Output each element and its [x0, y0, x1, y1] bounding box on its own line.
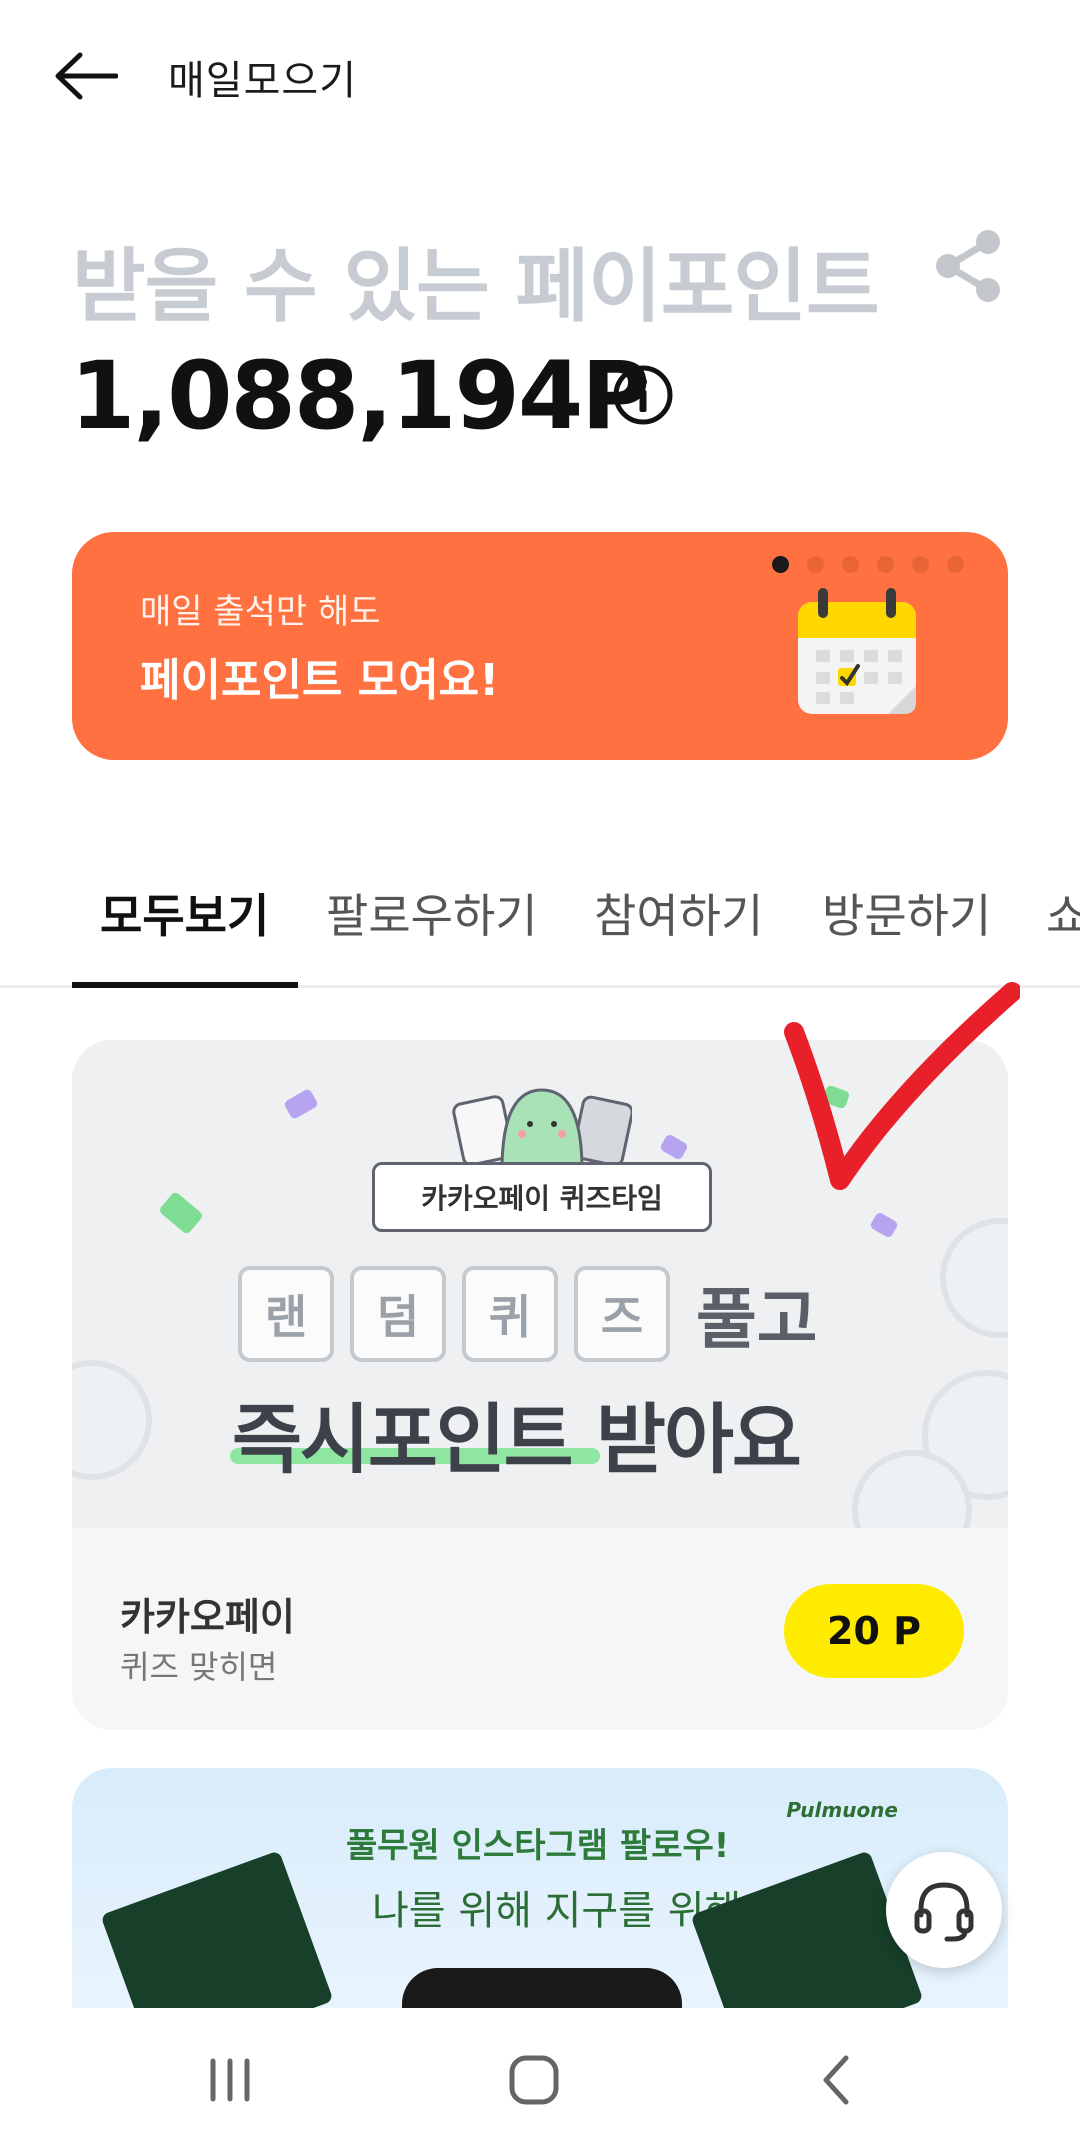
points-label: 받을 수 있는 페이포인트	[72, 240, 880, 333]
points-value: 1,088,194P	[70, 342, 650, 451]
recent-apps-icon	[210, 2058, 250, 2102]
calendar-icon	[798, 588, 916, 714]
arrow-left-icon	[55, 52, 118, 100]
quiz-letter-box: 퀴	[462, 1266, 558, 1362]
share-icon	[936, 230, 1000, 302]
quiz-letter-boxes: 랜 덤 퀴 즈 풀고	[238, 1266, 817, 1362]
home-button[interactable]	[494, 2040, 574, 2120]
coin-decoration	[940, 1218, 1008, 1338]
page-dot	[912, 556, 929, 573]
quiz-suffix-text: 풀고	[696, 1281, 818, 1358]
card-info: 카카오페이 퀴즈 맞히면 20 P	[72, 1528, 1008, 1730]
confetti-decoration	[869, 1211, 899, 1239]
coin-decoration	[72, 1360, 152, 1480]
confetti-decoration	[158, 1190, 204, 1236]
page-dot	[772, 556, 789, 573]
tab-participate[interactable]: 참여하기	[594, 880, 763, 946]
card-company: 카카오페이	[120, 1595, 295, 1639]
tab-all[interactable]: 모두보기	[100, 880, 269, 946]
card2-handwriting: 나를 위해 지구를 위해	[372, 1888, 742, 1934]
page-dot	[807, 556, 824, 573]
customer-support-button[interactable]	[886, 1852, 1002, 1968]
quiz-letter-box: 덤	[350, 1266, 446, 1362]
confetti-decoration	[283, 1087, 319, 1121]
app-header: 매일모으기	[0, 0, 1080, 150]
info-button[interactable]	[612, 364, 674, 426]
category-tabs: 모두보기 팔로우하기 참여하기 방문하기 쇼	[0, 840, 1080, 988]
quiz-letter-box: 랜	[238, 1266, 334, 1362]
attendance-banner[interactable]: 매일 출석만 해도 페이포인트 모여요!	[72, 532, 1008, 760]
system-back-button[interactable]	[796, 2040, 876, 2120]
confetti-decoration	[659, 1133, 689, 1161]
system-navigation-bar	[0, 2008, 1080, 2155]
info-icon	[613, 365, 673, 425]
banner-subtitle: 매일 출석만 해도	[140, 592, 381, 632]
product-box-image	[100, 1850, 334, 2008]
tab-visit[interactable]: 방문하기	[822, 880, 991, 946]
page-dot	[842, 556, 859, 573]
pulmuone-mission-card[interactable]: Pulmuone 풀무원 인스타그램 팔로우! 나를 위해 지구를 위해	[72, 1768, 1008, 2008]
page-dot	[877, 556, 894, 573]
back-icon	[823, 2055, 849, 2105]
tab-follow[interactable]: 팔로우하기	[326, 880, 538, 946]
page-dot	[947, 556, 964, 573]
character-illustration	[452, 1088, 632, 1172]
recent-apps-button[interactable]	[190, 2040, 270, 2120]
page-title: 매일모으기	[168, 58, 357, 104]
card2-title: 풀무원 인스타그램 팔로우!	[346, 1826, 730, 1866]
card-description: 퀴즈 맞히면	[120, 1648, 278, 1686]
quiz-ribbon: 카카오페이 퀴즈타임	[372, 1162, 712, 1232]
banner-page-indicator	[772, 556, 964, 573]
phone-image	[402, 1968, 682, 2008]
headset-icon	[914, 1882, 974, 1942]
back-button[interactable]	[50, 40, 122, 112]
home-icon	[509, 2055, 559, 2105]
quiz-headline: 즉시포인트 받아요	[232, 1395, 802, 1484]
red-checkmark-icon	[784, 982, 1020, 1190]
quiz-letter-box: 즈	[574, 1266, 670, 1362]
share-button[interactable]	[932, 228, 1004, 304]
banner-title: 페이포인트 모여요!	[140, 655, 500, 706]
brand-logo: Pulmuone	[786, 1798, 898, 1822]
active-tab-indicator	[72, 982, 298, 988]
tab-shopping[interactable]: 쇼	[1046, 880, 1080, 946]
reward-points-button[interactable]: 20 P	[784, 1584, 964, 1678]
